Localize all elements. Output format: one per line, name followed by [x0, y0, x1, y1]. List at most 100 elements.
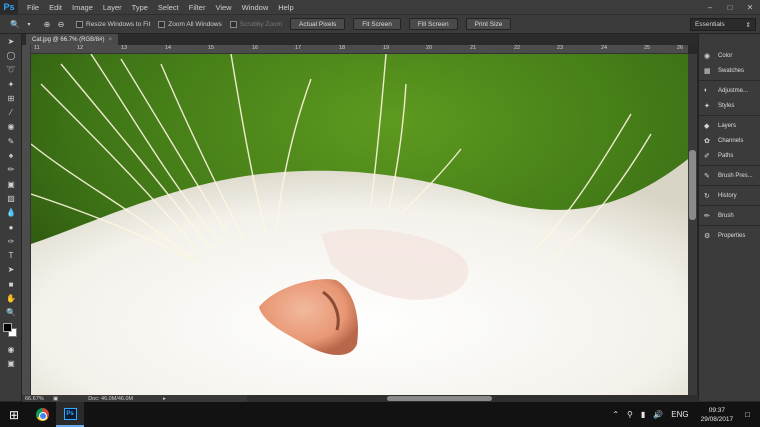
- color-swatches[interactable]: [0, 320, 22, 342]
- eyedropper-tool-icon[interactable]: ⁄: [0, 105, 22, 119]
- chevron-up-icon[interactable]: ⌃: [612, 410, 619, 419]
- type-tool-icon[interactable]: T: [0, 248, 22, 262]
- image-canvas[interactable]: [31, 54, 688, 395]
- panel-properties[interactable]: ⚙ Properties: [699, 228, 760, 243]
- panel-styles[interactable]: ✦ Styles: [699, 98, 760, 113]
- panel-history[interactable]: ↻ History: [699, 188, 760, 203]
- scrubby-zoom-checkbox[interactable]: Scrubby Zoom: [229, 20, 283, 28]
- zoom-in-icon[interactable]: ⊕: [40, 17, 54, 31]
- document-tab[interactable]: Cat.jpg @ 66.7% (RGB/8#) ×: [26, 34, 118, 45]
- panel-paths[interactable]: ✐ Paths: [699, 148, 760, 163]
- zoom-all-windows-label: Zoom All Windows: [168, 20, 222, 28]
- ruler-mark: 25: [644, 45, 651, 51]
- zoom-all-windows-checkbox[interactable]: Zoom All Windows: [158, 20, 222, 28]
- crop-tool-icon[interactable]: ⊞: [0, 91, 22, 105]
- panel-adjustments[interactable]: ◐ Adjustme...: [699, 83, 760, 98]
- path-selection-tool-icon[interactable]: ➤: [0, 263, 22, 277]
- eraser-tool-icon[interactable]: ▣: [0, 177, 22, 191]
- gradient-tool-icon[interactable]: ▨: [0, 191, 22, 205]
- history-brush-tool-icon[interactable]: ✏: [0, 163, 22, 177]
- paths-icon: ✐: [704, 152, 710, 160]
- volume-icon[interactable]: 🔊: [653, 410, 663, 419]
- close-icon[interactable]: ✕: [740, 0, 760, 14]
- panel-channels[interactable]: ✿ Channels: [699, 133, 760, 148]
- panel-color[interactable]: ◉ Color: [699, 48, 760, 63]
- menu-file[interactable]: File: [22, 3, 44, 12]
- shape-tool-icon[interactable]: ■: [0, 277, 22, 291]
- fit-screen-button[interactable]: Fit Screen: [353, 18, 401, 30]
- chrome-taskbar-button[interactable]: [28, 402, 56, 427]
- panel-group-brush: ✏ Brush: [699, 206, 760, 226]
- clock[interactable]: 09:37 29/08/2017: [701, 406, 734, 424]
- photoshop-logo[interactable]: Ps: [0, 0, 18, 14]
- chevron-down-icon: ⇕: [745, 21, 751, 29]
- photoshop-taskbar-button[interactable]: Ps: [56, 402, 84, 427]
- quick-selection-tool-icon[interactable]: ✦: [0, 77, 22, 91]
- marquee-tool-icon[interactable]: ◯: [0, 48, 22, 62]
- ruler-mark: 20: [426, 45, 433, 51]
- blur-tool-icon[interactable]: 💧: [0, 206, 22, 220]
- panel-group-properties: ⚙ Properties: [699, 226, 760, 245]
- workspace-select[interactable]: Essentials ⇕: [690, 18, 756, 31]
- move-tool-icon[interactable]: ➤: [0, 34, 22, 48]
- panel-swatches[interactable]: ▦ Swatches: [699, 63, 760, 78]
- properties-icon: ⚙: [704, 232, 711, 240]
- screen-mode-icon[interactable]: ▣: [0, 356, 22, 370]
- quick-mask-icon[interactable]: ◉: [0, 342, 22, 356]
- menu-help[interactable]: Help: [273, 3, 298, 12]
- horizontal-ruler[interactable]: 11 12 13 14 15 16 17 18 19 20 21 22 23 2…: [31, 45, 688, 54]
- menu-select[interactable]: Select: [153, 3, 184, 12]
- healing-brush-tool-icon[interactable]: ◉: [0, 120, 22, 134]
- chrome-icon: [35, 408, 49, 421]
- ruler-mark: 21: [470, 45, 477, 51]
- foreground-color-swatch[interactable]: [3, 322, 12, 332]
- zoom-level[interactable]: 66.67%: [25, 396, 51, 402]
- zoom-tool-icon[interactable]: 🔍: [8, 17, 22, 31]
- lasso-tool-icon[interactable]: ➰: [0, 63, 22, 77]
- panel-layers[interactable]: ◆ Layers: [699, 118, 760, 133]
- menu-window[interactable]: Window: [237, 3, 274, 12]
- ruler-mark: 23: [557, 45, 564, 51]
- notifications-icon[interactable]: □: [745, 410, 750, 419]
- menu-view[interactable]: View: [210, 3, 236, 12]
- pen-tool-icon[interactable]: ✑: [0, 234, 22, 248]
- vertical-scrollbar[interactable]: [688, 54, 697, 395]
- close-tab-icon[interactable]: ×: [108, 37, 112, 43]
- hand-tool-icon[interactable]: ✋: [0, 291, 22, 305]
- panel-brush[interactable]: ✏ Brush: [699, 208, 760, 223]
- zoom-out-icon[interactable]: ⊖: [54, 17, 68, 31]
- clone-stamp-tool-icon[interactable]: ♠: [0, 148, 22, 162]
- photoshop-icon: Ps: [63, 407, 77, 420]
- status-menu-icon[interactable]: ▸: [163, 396, 166, 402]
- vertical-ruler[interactable]: [22, 45, 31, 395]
- dodge-tool-icon[interactable]: ●: [0, 220, 22, 234]
- menu-image[interactable]: Image: [67, 3, 98, 12]
- menu-type[interactable]: Type: [127, 3, 153, 12]
- maximize-icon[interactable]: □: [720, 0, 740, 14]
- tool-preset-dropdown-icon[interactable]: ▾: [22, 17, 36, 31]
- actual-pixels-button[interactable]: Actual Pixels: [290, 18, 346, 30]
- menu-edit[interactable]: Edit: [44, 3, 67, 12]
- vertical-scroll-thumb[interactable]: [689, 150, 696, 220]
- brush-tool-icon[interactable]: ✎: [0, 134, 22, 148]
- document-info[interactable]: Doc: 46.0M/46.0M: [88, 396, 133, 402]
- language-indicator[interactable]: ENG: [671, 410, 688, 419]
- zoom-tool-icon[interactable]: 🔍: [0, 306, 22, 320]
- menu-filter[interactable]: Filter: [184, 3, 211, 12]
- panel-brush-presets[interactable]: ✎ Brush Pres...: [699, 168, 760, 183]
- network-icon[interactable]: ⚲: [627, 410, 633, 419]
- system-tray: ⌃ ⚲ ▮ 🔊 ENG 09:37 29/08/2017 □: [608, 402, 760, 427]
- battery-icon[interactable]: ▮: [641, 410, 645, 419]
- fill-screen-button[interactable]: Fill Screen: [408, 18, 458, 30]
- menu-layer[interactable]: Layer: [98, 3, 127, 12]
- print-size-button[interactable]: Print Size: [465, 18, 512, 30]
- ruler-mark: 11: [34, 45, 40, 51]
- tools-panel: ➤ ◯ ➰ ✦ ⊞ ⁄ ◉ ✎ ♠ ✏ ▣ ▨ 💧 ● ✑ T ➤ ■ ✋ 🔍 …: [0, 34, 22, 401]
- horizontal-scrollbar[interactable]: [247, 395, 707, 402]
- horizontal-scroll-thumb[interactable]: [387, 396, 492, 401]
- minimize-icon[interactable]: –: [700, 0, 720, 14]
- scrubby-zoom-label: Scrubby Zoom: [239, 20, 283, 28]
- export-icon[interactable]: ▣: [53, 396, 58, 402]
- resize-windows-checkbox[interactable]: Resize Windows to Fit: [76, 20, 150, 28]
- windows-start-icon[interactable]: ⊞: [0, 402, 28, 427]
